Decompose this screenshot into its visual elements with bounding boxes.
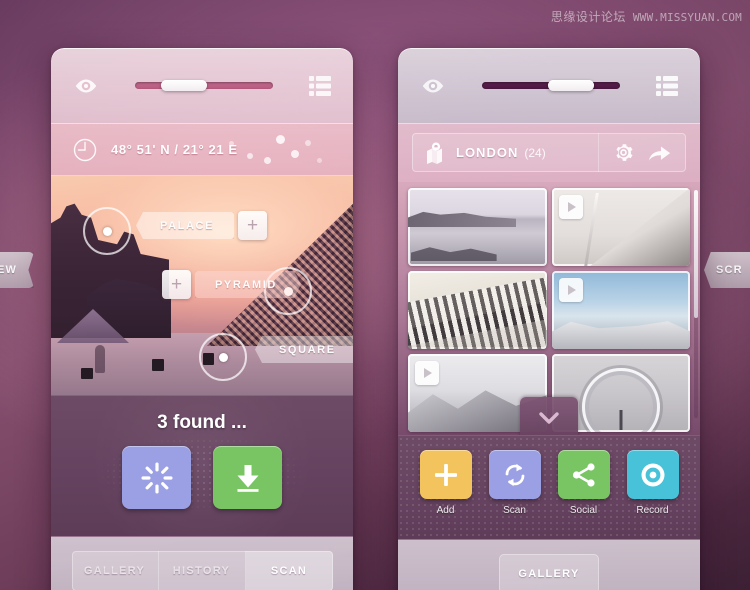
left-bottom-tabbar: GALLERY HISTORY SCAN [51, 536, 353, 590]
expand-more-tab[interactable] [520, 397, 578, 435]
tab-history[interactable]: HISTORY [159, 551, 246, 590]
right-zoom-slider[interactable] [464, 75, 638, 97]
action-label-scan: Scan [503, 505, 526, 516]
tab-scan[interactable]: SCAN [245, 551, 333, 590]
share-node-icon [572, 462, 595, 487]
tag-label-pyramid[interactable]: PYRAMID [195, 271, 301, 298]
action-add[interactable]: Add [419, 450, 472, 516]
edge-tab-right-label: SCR [716, 264, 743, 276]
scan-action-buttons [51, 446, 353, 509]
tag-add-button-palace[interactable]: + [238, 211, 268, 240]
map-pin-icon [427, 142, 442, 164]
action-tile-scan[interactable] [488, 450, 541, 499]
target-dot-palace[interactable] [103, 227, 112, 236]
play-icon[interactable] [415, 361, 439, 385]
camera-viewport[interactable]: PALACE + + PYRAMID SQUARE + [51, 176, 353, 395]
left-slider-knob[interactable] [160, 80, 207, 91]
list-view-icon[interactable] [309, 75, 331, 96]
action-buttons-row: Add Scan Social Record [398, 436, 700, 516]
action-record[interactable]: Record [626, 450, 679, 516]
spinner-icon [141, 462, 172, 493]
tag-label-palace[interactable]: PALACE [136, 212, 235, 239]
person-silhouette [95, 345, 105, 373]
action-label-record: Record [636, 505, 669, 516]
city-left-group[interactable]: LONDON (24) [412, 142, 598, 164]
action-label-social: Social [569, 505, 598, 516]
watermark: 思缘设计论坛 WWW.MISSYUAN.COM [551, 11, 742, 23]
city-header: LONDON (24) [398, 124, 700, 182]
thumbnail-sky-photo[interactable] [551, 271, 690, 349]
tag-add-button-pyramid[interactable]: + [162, 270, 191, 299]
action-bar: Add Scan Social Record [398, 435, 700, 539]
eye-icon[interactable] [73, 73, 99, 99]
left-topbar [51, 48, 353, 124]
edge-tab-left[interactable]: EW [0, 252, 34, 288]
city-count-text: (24) [524, 145, 546, 160]
block-2 [152, 359, 164, 371]
refresh-icon [505, 463, 524, 486]
tag-row-pyramid: + PYRAMID [158, 270, 301, 299]
tag-row-palace: PALACE + [136, 211, 271, 240]
grid-scrollbar[interactable] [694, 190, 698, 418]
edge-tab-left-label: EW [0, 264, 18, 276]
clock-icon [73, 138, 97, 161]
coordinate-bar: 48° 51' N / 21° 21 E [51, 124, 353, 176]
edge-tab-right[interactable]: SCR [704, 252, 750, 288]
watermark-cn-text: 思缘设计论坛 [550, 10, 626, 24]
list-view-icon[interactable] [656, 75, 678, 96]
segmented-control: GALLERY HISTORY SCAN [71, 551, 333, 590]
coordinates-text: 48° 51' N / 21° 21 E [111, 142, 238, 157]
action-tile-record[interactable] [626, 450, 679, 499]
tag-label-square[interactable]: SQUARE [255, 336, 353, 363]
gear-icon[interactable] [613, 142, 634, 163]
photo-grid-area[interactable] [398, 182, 700, 435]
right-slider-knob[interactable] [548, 80, 595, 91]
block-1 [81, 368, 93, 379]
action-tile-add[interactable] [419, 450, 472, 499]
download-icon [237, 464, 258, 492]
phone-panel-right: LONDON (24) Add Scan Social Record GALLE… [398, 48, 700, 590]
thumbnail-coast-photo[interactable] [408, 188, 547, 266]
tab-gallery[interactable]: GALLERY [72, 551, 159, 590]
share-arrow-icon[interactable] [648, 143, 672, 163]
thumbnail-wall-photo[interactable] [551, 188, 690, 266]
play-icon[interactable] [558, 195, 583, 219]
photo-grid [408, 188, 690, 432]
thumbnail-building-photo[interactable] [408, 271, 547, 349]
city-name-text: LONDON [456, 145, 519, 160]
record-disc-icon [641, 463, 664, 486]
right-bottom-tabbar: GALLERY [398, 539, 700, 590]
plus-icon [434, 463, 457, 486]
right-topbar [398, 48, 700, 124]
download-button[interactable] [213, 446, 282, 509]
left-zoom-slider[interactable] [117, 75, 291, 97]
action-scan[interactable]: Scan [488, 450, 541, 516]
chevron-down-icon [539, 411, 559, 424]
eye-icon[interactable] [420, 73, 446, 99]
watermark-url-text: WWW.MISSYUAN.COM [632, 10, 742, 24]
city-bar[interactable]: LONDON (24) [412, 133, 686, 172]
city-action-group [598, 133, 686, 172]
loading-button[interactable] [122, 446, 191, 509]
phone-panel-left: 48° 51' N / 21° 21 E PALACE + + PYRAMID … [51, 48, 353, 590]
bubble-decoration [221, 124, 341, 175]
scan-status-area: 3 found ... [51, 395, 353, 536]
play-icon[interactable] [558, 278, 583, 302]
action-social[interactable]: Social [557, 450, 610, 516]
action-tile-social[interactable] [557, 450, 610, 499]
tag-row-square: SQUARE + [255, 335, 353, 364]
action-label-add: Add [436, 505, 455, 516]
grid-scrollbar-thumb[interactable] [694, 190, 698, 318]
target-dot-square[interactable] [219, 353, 228, 362]
found-count-text: 3 found ... [157, 412, 247, 433]
gallery-button[interactable]: GALLERY [499, 554, 599, 590]
